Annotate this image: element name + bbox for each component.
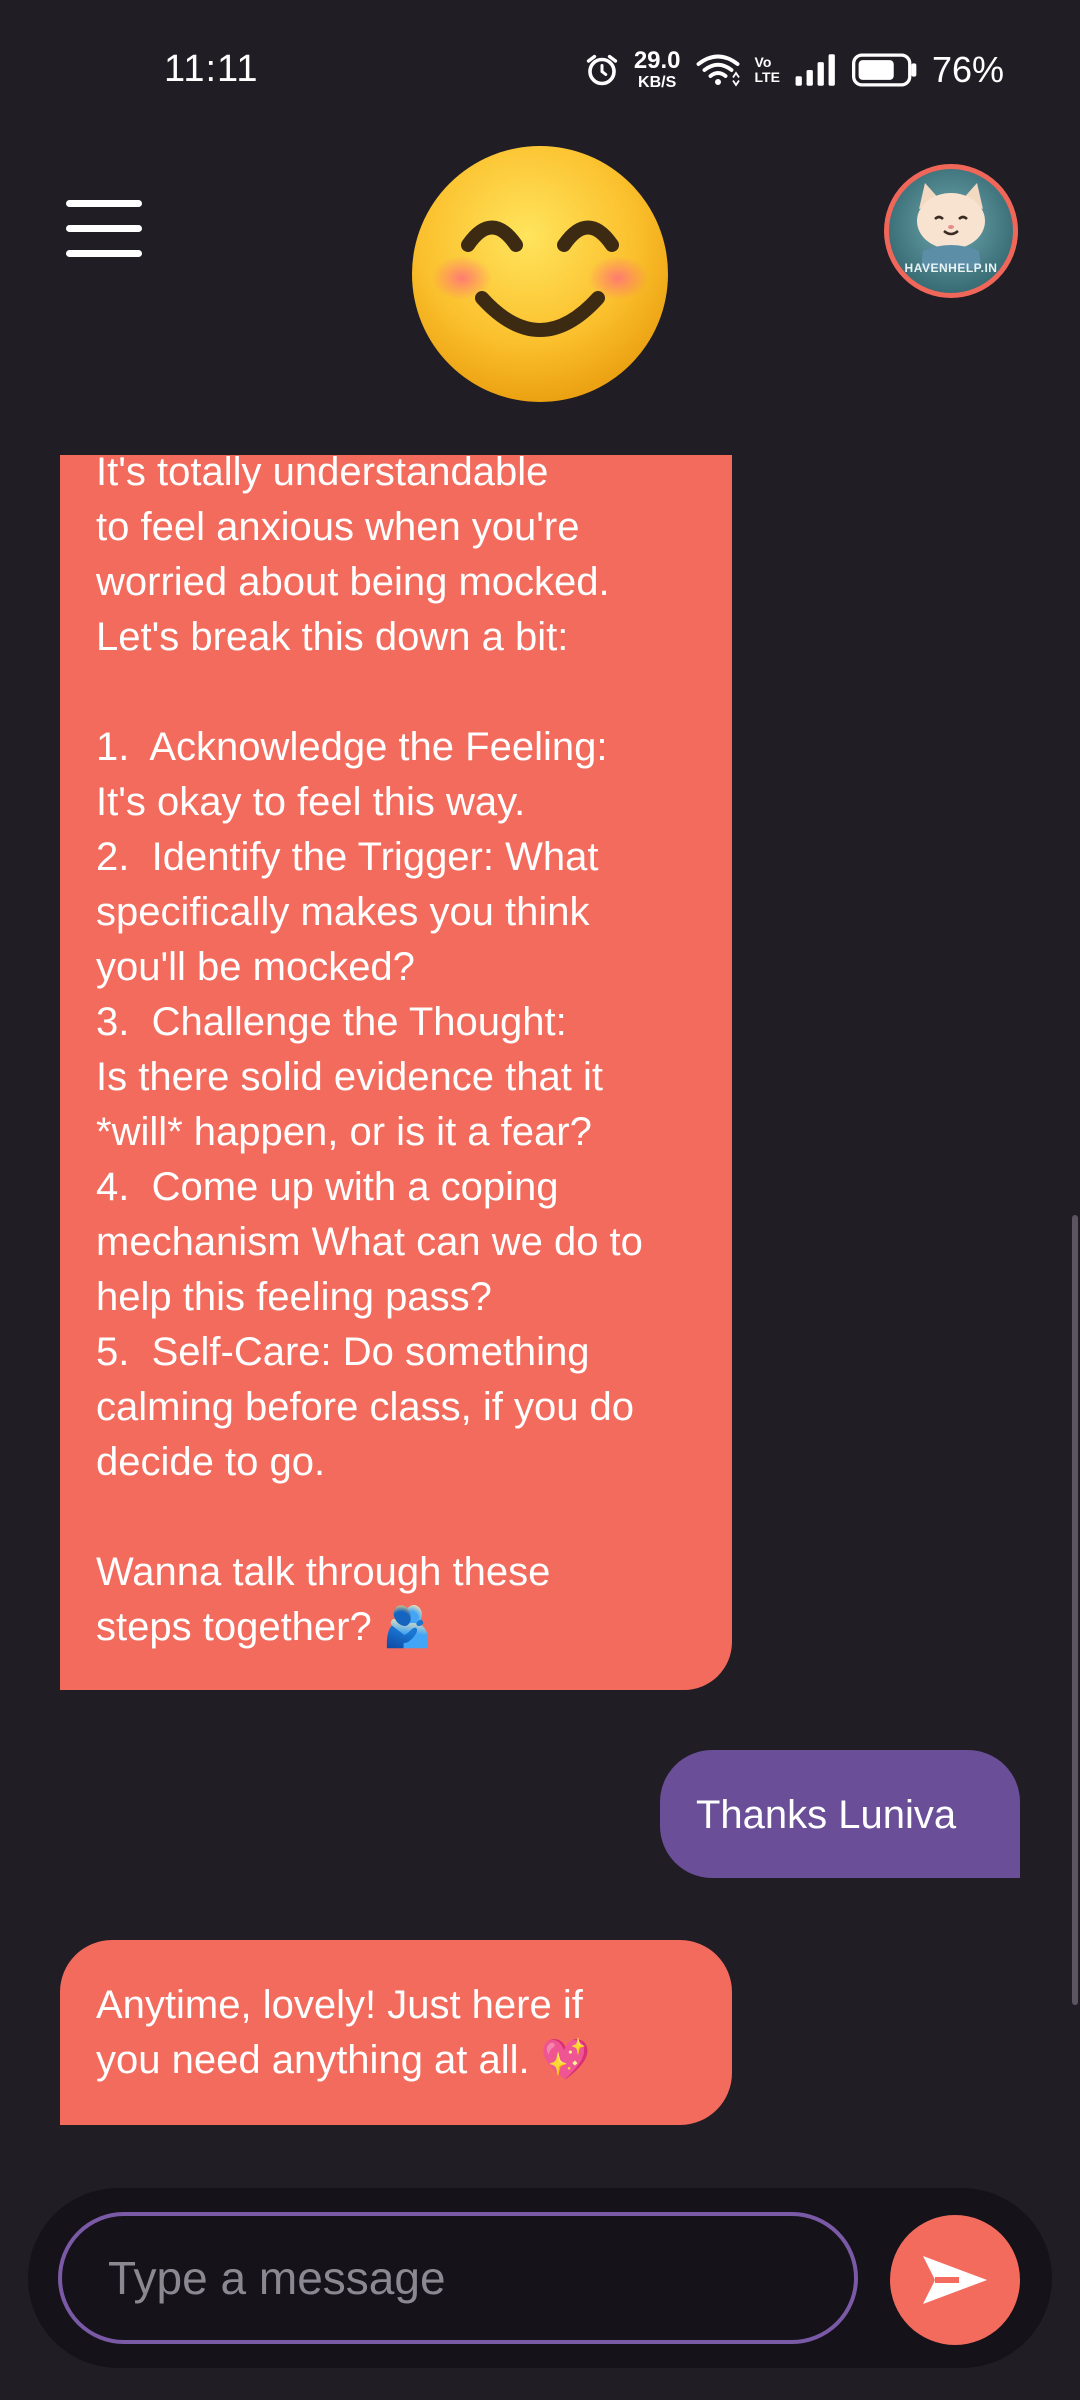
message-composer (28, 2188, 1052, 2368)
bot-message-bubble: Anytime, lovely! Just here if you need a… (60, 1940, 732, 2125)
chat-screen: 11:11 29.0 KB/S Vo LTE 76% HAVENHELP.IN … (0, 0, 1080, 2400)
wifi-icon (695, 52, 741, 88)
status-time: 11:11 (164, 48, 259, 90)
network-speed: 29.0 KB/S (634, 49, 681, 91)
battery-percent: 76% (931, 49, 1004, 90)
battery-icon (851, 53, 918, 87)
send-icon (923, 2256, 987, 2304)
signal-icon (794, 54, 838, 86)
alarm-icon (584, 52, 620, 88)
send-button[interactable] (890, 2215, 1020, 2345)
status-bar: 11:11 29.0 KB/S Vo LTE 76% (0, 0, 1080, 140)
avatar[interactable]: HAVENHELP.IN (884, 164, 1018, 298)
battery-fill (858, 60, 894, 80)
avatar-text: HAVENHELP.IN (904, 261, 998, 275)
app-header: HAVENHELP.IN (0, 140, 1080, 450)
volte-indicator: Vo LTE (755, 55, 780, 84)
status-icons: 29.0 KB/S Vo LTE 76% (584, 44, 1004, 96)
user-message-bubble: Thanks Luniva (660, 1750, 1020, 1878)
bot-message-bubble: It's totally understandable to feel anxi… (60, 455, 732, 1690)
network-speed-unit: KB/S (638, 74, 677, 91)
chat-scrollbar[interactable] (1072, 1215, 1078, 2005)
volte-bottom: LTE (754, 69, 780, 85)
chat-messages[interactable]: It's totally understandable to feel anxi… (0, 455, 1080, 2165)
network-speed-value: 29.0 (633, 47, 681, 74)
message-input[interactable] (58, 2212, 858, 2344)
hamburger-menu-icon[interactable] (66, 200, 144, 260)
smiling-face-emoji-icon (400, 140, 680, 410)
volte-top: Vo (754, 54, 772, 71)
